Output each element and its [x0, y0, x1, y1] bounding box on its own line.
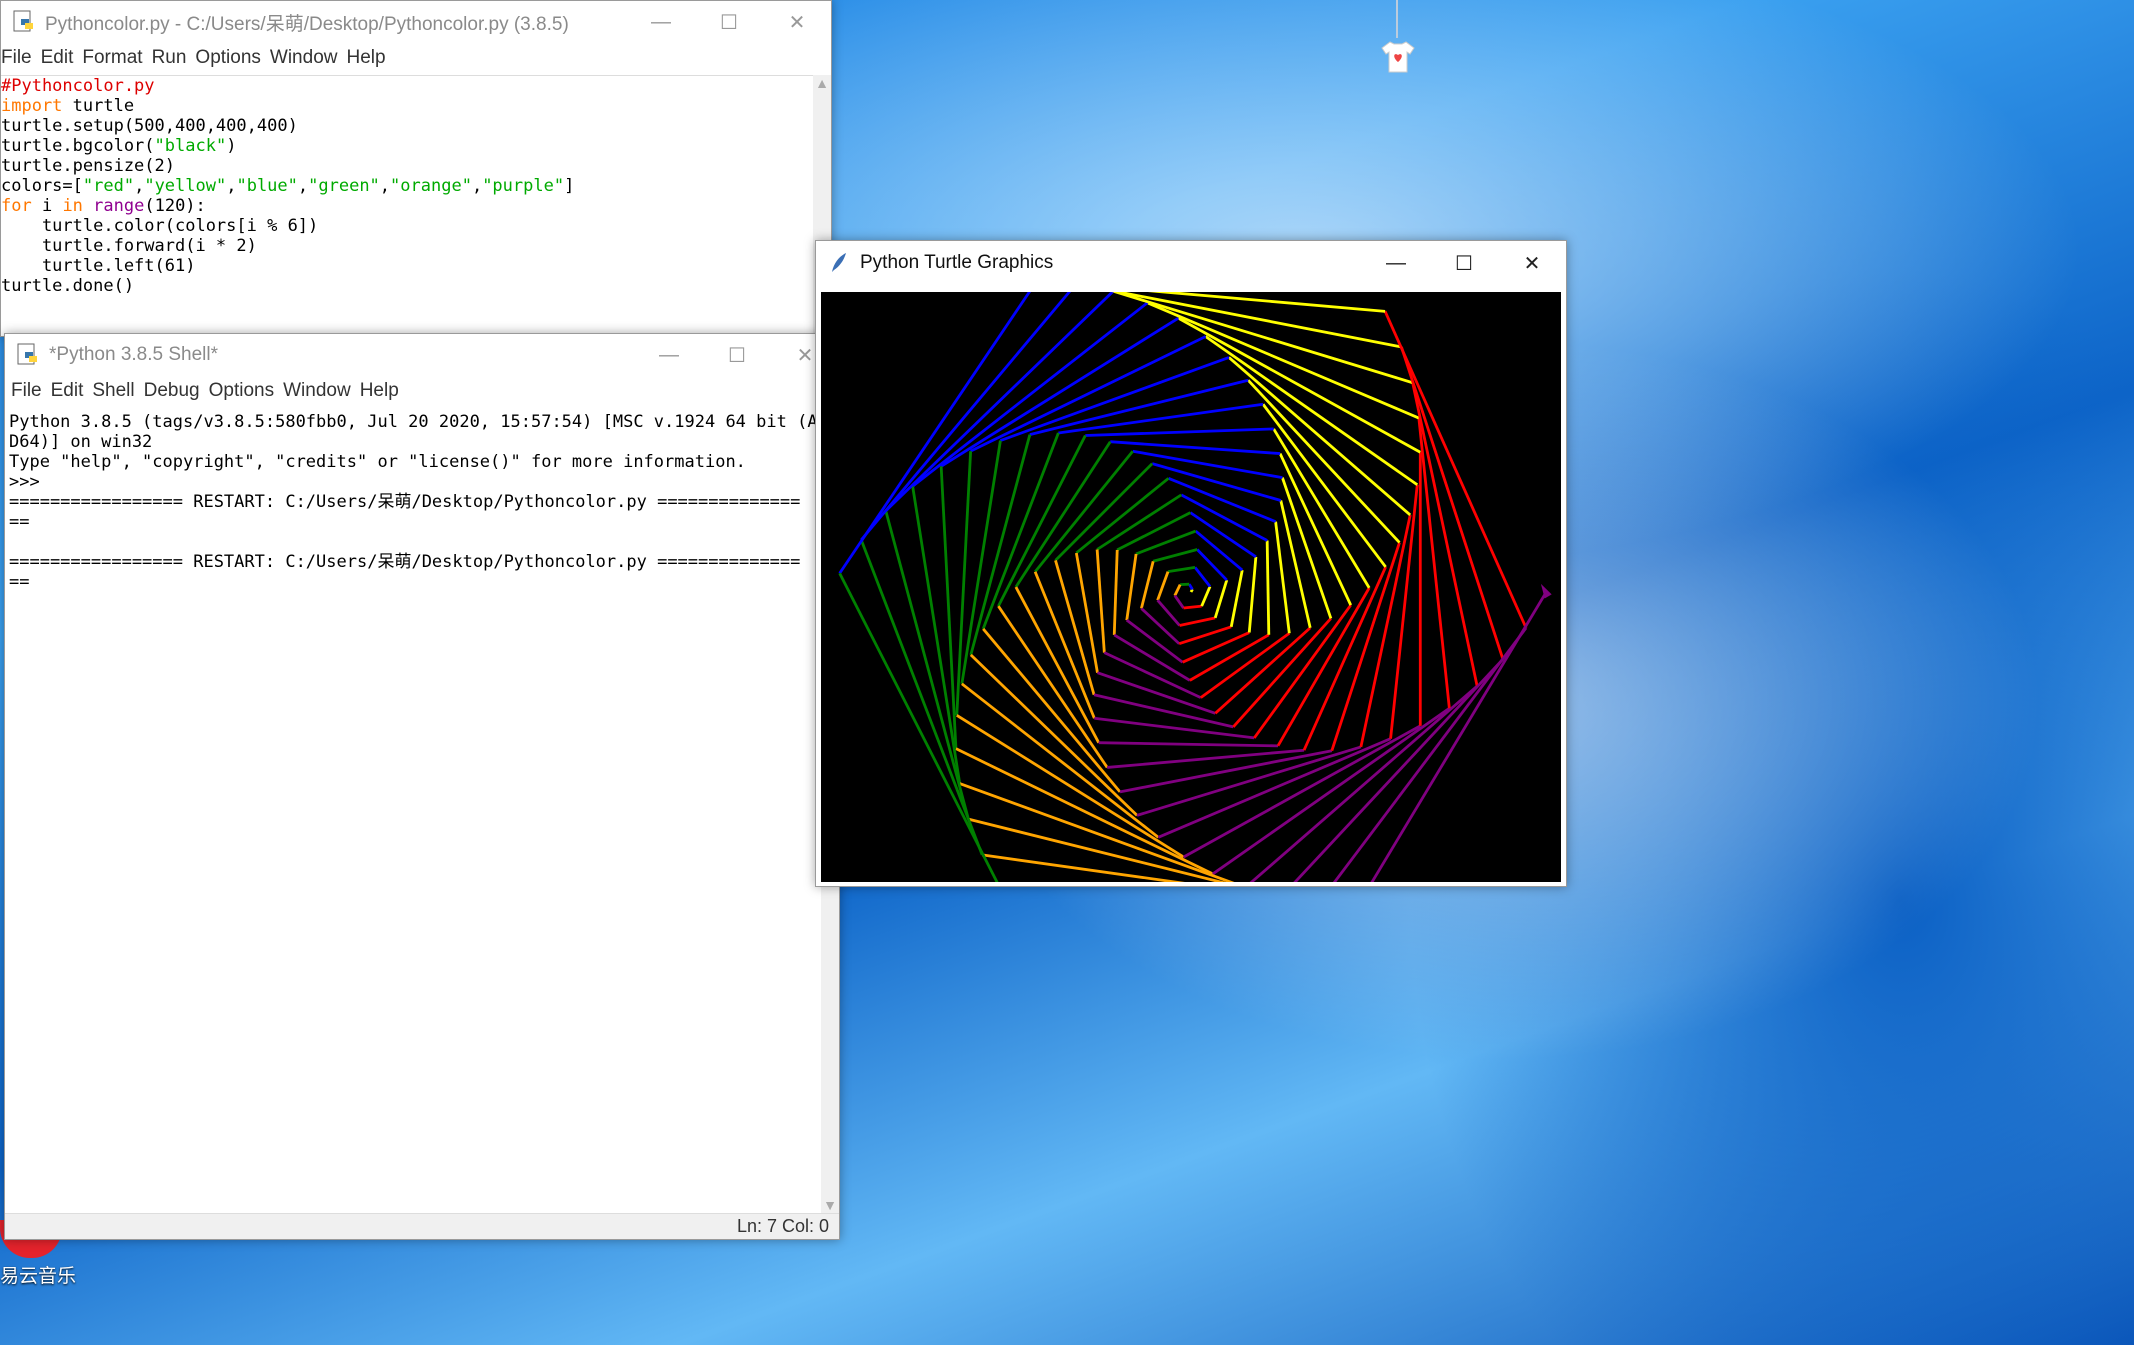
code-editor[interactable]: #Pythoncolor.py import turtle turtle.set…	[1, 75, 813, 336]
editor-window: Pythoncolor.py - C:/Users/呆萌/Desktop/Pyt…	[0, 0, 832, 337]
maximize-button[interactable]: ☐	[695, 1, 763, 43]
turtle-window: Python Turtle Graphics — ☐ ✕	[815, 240, 1567, 887]
python-file-icon	[13, 10, 33, 32]
minimize-button[interactable]: —	[635, 334, 703, 376]
turtle-title: Python Turtle Graphics	[860, 252, 1054, 273]
editor-menubar: File Edit Format Run Options Window Help	[1, 43, 831, 73]
cursor-position: Ln: 7 Col: 0	[736, 1216, 829, 1236]
menu-format[interactable]: Format	[82, 47, 142, 69]
maximize-button[interactable]: ☐	[703, 334, 771, 376]
menu-help[interactable]: Help	[346, 47, 385, 69]
feather-icon	[832, 253, 846, 272]
editor-title: Pythoncolor.py - C:/Users/呆萌/Desktop/Pyt…	[45, 13, 569, 35]
menu-options[interactable]: Options	[209, 380, 274, 402]
menu-file[interactable]: File	[1, 47, 32, 69]
editor-titlebar[interactable]: Pythoncolor.py - C:/Users/呆萌/Desktop/Pyt…	[1, 1, 831, 43]
close-button[interactable]: ✕	[1498, 242, 1566, 284]
code-text: #Pythoncolor.py import turtle turtle.set…	[1, 76, 575, 296]
shell-window: *Python 3.8.5 Shell* — ☐ ✕ File Edit She…	[4, 333, 840, 1240]
shell-titlebar[interactable]: *Python 3.8.5 Shell* — ☐ ✕	[5, 334, 839, 376]
shell-menubar: File Edit Shell Debug Options Window Hel…	[5, 376, 839, 406]
turtle-titlebar[interactable]: Python Turtle Graphics — ☐ ✕	[816, 241, 1566, 285]
menu-window[interactable]: Window	[270, 47, 338, 69]
shell-text: Python 3.8.5 (tags/v3.8.5:580fbb0, Jul 2…	[9, 412, 819, 592]
tshirt-icon	[1381, 41, 1415, 73]
shell-output[interactable]: Python 3.8.5 (tags/v3.8.5:580fbb0, Jul 2…	[9, 412, 819, 1213]
menu-debug[interactable]: Debug	[144, 380, 200, 402]
maximize-button[interactable]: ☐	[1430, 242, 1498, 284]
desktop: { "desktop": { "taskbar_icon_label": "易云…	[0, 0, 2134, 1345]
turtle-canvas	[821, 292, 1561, 882]
desktop-widget[interactable]	[1378, 0, 1418, 80]
menu-options[interactable]: Options	[195, 47, 260, 69]
shell-title: *Python 3.8.5 Shell*	[49, 344, 219, 365]
minimize-button[interactable]: —	[1362, 242, 1430, 284]
minimize-button[interactable]: —	[627, 1, 695, 43]
menu-shell[interactable]: Shell	[92, 380, 134, 402]
menu-window[interactable]: Window	[283, 380, 351, 402]
menu-help[interactable]: Help	[360, 380, 399, 402]
close-button[interactable]: ✕	[763, 1, 831, 43]
menu-file[interactable]: File	[11, 380, 42, 402]
music-app-label: 易云音乐	[0, 1266, 77, 1287]
python-shell-icon	[17, 343, 37, 365]
status-bar: Ln: 7 Col: 0	[5, 1213, 839, 1239]
turtle-line	[1183, 604, 1202, 610]
turtle-line	[1265, 540, 1271, 635]
menu-run[interactable]: Run	[152, 47, 187, 69]
menu-edit[interactable]: Edit	[51, 380, 84, 402]
menu-edit[interactable]: Edit	[41, 47, 74, 69]
